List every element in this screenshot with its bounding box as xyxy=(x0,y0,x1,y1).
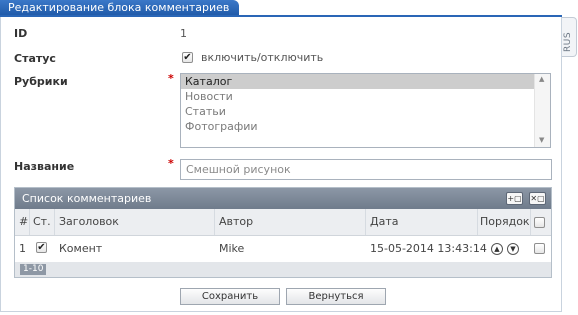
listbox-scrollbar[interactable]: ▲ ▼ xyxy=(534,74,550,147)
select-all-checkbox[interactable] xyxy=(534,217,545,228)
categories-required-mark: * xyxy=(168,72,174,85)
col-date-header[interactable]: Дата xyxy=(370,209,398,235)
move-down-icon[interactable]: ▼ xyxy=(507,243,519,255)
grid-title-bar: Список комментариев +▢ ✕▢ xyxy=(15,188,551,209)
category-option-photos[interactable]: Фотографии xyxy=(181,119,534,134)
category-option-catalog[interactable]: Каталог xyxy=(181,74,534,89)
name-required-mark: * xyxy=(168,157,174,170)
category-option-news[interactable]: Новости xyxy=(181,89,534,104)
col-num-header: # xyxy=(19,215,29,228)
grid-footer: 1-10 xyxy=(15,262,551,277)
window-tab-strip: Редактирование блока комментариев xyxy=(0,0,578,17)
table-row[interactable]: 1 ✔ Комент Mike 15-05-2014 13:43:14 ▲ ▼ xyxy=(15,236,551,262)
add-record-icon[interactable]: +▢ xyxy=(506,192,523,205)
col-order-header[interactable]: Порядок xyxy=(480,209,530,235)
row-author: Mike xyxy=(219,242,245,255)
categories-label: Рубрики xyxy=(14,75,68,88)
row-heading[interactable]: Комент xyxy=(59,236,102,262)
status-checkbox[interactable]: ✔ xyxy=(182,52,193,63)
grid-header-row: # Ст. Заголовок Автор Дата Порядок xyxy=(15,209,551,236)
column-divider xyxy=(530,209,531,235)
move-up-icon[interactable]: ▲ xyxy=(491,243,503,255)
row-status-checkbox[interactable]: ✔ xyxy=(36,242,47,253)
categories-listbox[interactable]: Каталог Новости Статьи Фотографии ▲ ▼ xyxy=(180,73,551,148)
language-tab-label: RUS xyxy=(563,31,573,52)
grid-title: Список комментариев xyxy=(22,192,152,205)
category-option-articles[interactable]: Статьи xyxy=(181,104,534,119)
name-label: Название xyxy=(14,160,75,173)
comments-grid: Список комментариев +▢ ✕▢ # Ст. Заголово… xyxy=(14,187,552,278)
column-divider xyxy=(214,209,215,235)
id-value: 1 xyxy=(180,27,187,40)
col-author-header[interactable]: Автор xyxy=(219,209,253,235)
status-checkbox-label: включить/отключить xyxy=(201,51,324,64)
column-divider xyxy=(477,209,478,235)
pager-range[interactable]: 1-10 xyxy=(20,264,47,275)
scroll-down-icon[interactable]: ▼ xyxy=(539,136,544,144)
delete-record-icon[interactable]: ✕▢ xyxy=(529,192,546,205)
status-label: Статус xyxy=(14,52,56,65)
save-button[interactable]: Сохранить xyxy=(180,288,280,305)
row-select-checkbox[interactable] xyxy=(534,243,545,254)
column-divider xyxy=(54,209,55,235)
language-tab[interactable]: RUS xyxy=(562,17,577,57)
row-num: 1 xyxy=(19,242,26,255)
col-heading-header[interactable]: Заголовок xyxy=(59,209,119,235)
col-status-header[interactable]: Ст. xyxy=(33,209,51,235)
name-input[interactable] xyxy=(180,159,552,180)
id-label: ID xyxy=(14,27,28,40)
column-divider xyxy=(29,209,30,235)
back-button[interactable]: Вернуться xyxy=(286,288,386,305)
column-divider xyxy=(365,209,366,235)
window-title-tab: Редактирование блока комментариев xyxy=(0,0,240,16)
row-date: 15-05-2014 13:43:14 xyxy=(370,242,487,255)
scroll-up-icon[interactable]: ▲ xyxy=(539,75,544,83)
